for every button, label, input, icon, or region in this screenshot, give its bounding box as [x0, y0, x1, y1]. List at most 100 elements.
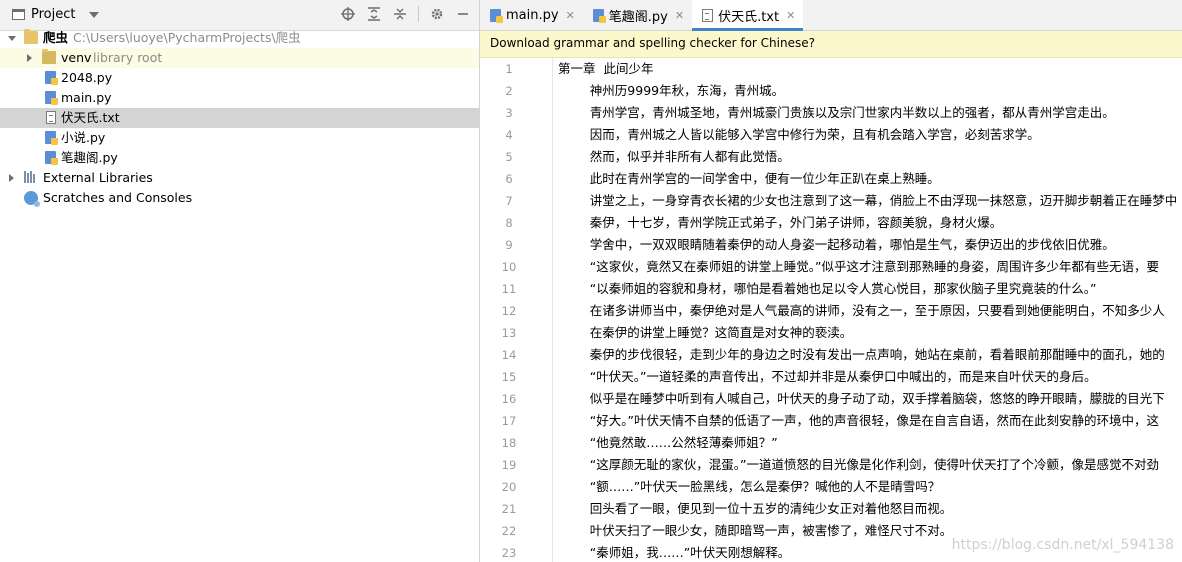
python-file-icon	[45, 151, 58, 165]
text-line[interactable]: 神州历9999年秋，东海，青州城。	[558, 80, 1182, 102]
line-number: 6	[505, 172, 513, 186]
text-file-icon	[702, 8, 714, 22]
line-number: 17	[501, 414, 517, 428]
text-line[interactable]: 此时在青州学宫的一间学舍中，便有一位少年正趴在桌上熟睡。	[558, 168, 1182, 190]
line-number: 15	[501, 370, 517, 384]
line-number: 14	[501, 348, 517, 362]
line-number: 16	[501, 392, 517, 406]
text-line[interactable]: “这家伙，竟然又在秦师姐的讲堂上睡觉。”似乎这才注意到那熟睡的身姿，周围许多少年…	[558, 256, 1182, 278]
tree-node-file[interactable]: 笔趣阁.py	[0, 148, 479, 168]
project-view-selector[interactable]: Project	[12, 7, 100, 22]
text-line[interactable]: “以秦师姐的容貌和身材，哪怕是看着她也足以令人赏心悦目，那家伙脑子里究竟装的什么…	[558, 278, 1182, 300]
python-file-icon	[490, 8, 503, 23]
chevron-down-icon[interactable]	[8, 36, 16, 41]
text-line[interactable]: 在诸多讲师当中，秦伊绝对是人气最高的讲师，没有之一，至于原因，只要看到她便能明白…	[558, 300, 1182, 322]
python-file-icon	[592, 8, 606, 23]
text-line[interactable]: 然而，似乎并非所有人都有此觉悟。	[558, 146, 1182, 168]
python-file-icon	[45, 91, 58, 105]
line-number: 10	[501, 260, 517, 274]
close-icon[interactable]: ✕	[786, 9, 795, 22]
close-icon[interactable]: ✕	[566, 9, 575, 22]
tree-node-file[interactable]: 小说.py	[0, 128, 479, 148]
tree-node-scratches[interactable]: Scratches and Consoles	[0, 188, 479, 208]
text-line[interactable]: “这厚颜无耻的家伙，混蛋。”一道道愤怒的目光像是化作利剑，使得叶伏天打了个冷颤，…	[558, 454, 1182, 476]
line-number: 8	[505, 216, 513, 230]
line-number: 21	[501, 502, 517, 516]
project-toolbar	[340, 6, 471, 22]
line-number: 5	[505, 150, 513, 164]
text-line[interactable]: “好大。”叶伏天情不自禁的低语了一声，他的声音很轻，像是在自言自语，然而在此刻安…	[558, 410, 1182, 432]
line-number: 7	[505, 194, 513, 208]
tab-futianshi-txt[interactable]: 伏天氏.txt ✕	[692, 0, 804, 31]
text-line[interactable]: “他竟然敢……公然轻薄秦师姐？”	[558, 432, 1182, 454]
line-number: 9	[505, 238, 513, 252]
tree-node-external-libraries[interactable]: External Libraries	[0, 168, 479, 188]
editor-content[interactable]: 第一章 此间少年 神州历9999年秋，东海，青州城。 青州学宫，青州城圣地，青州…	[558, 58, 1182, 562]
text-line[interactable]: 青州学宫，青州城圣地，青州城豪门贵族以及宗门世家内半数以上的强者，都从青州学宫走…	[558, 102, 1182, 124]
editor-tab-bar: main.py ✕ 笔趣阁.py ✕ 伏天氏.txt ✕	[480, 0, 1182, 31]
tree-node-root[interactable]: 爬虫 C:\Users\luoye\PycharmProjects\爬虫	[0, 28, 479, 48]
line-number: 20	[501, 480, 517, 494]
spellcheck-banner[interactable]: Download grammar and spelling checker fo…	[480, 31, 1182, 58]
project-panel-header: Project	[0, 0, 479, 31]
folder-icon	[24, 29, 38, 44]
text-line[interactable]: 在秦伊的讲堂上睡觉？这简直是对女神的亵渎。	[558, 322, 1182, 344]
locate-file-icon[interactable]	[340, 6, 356, 22]
tab-biquge-py[interactable]: 笔趣阁.py ✕	[583, 0, 692, 30]
chevron-down-icon	[89, 11, 100, 18]
text-line[interactable]: “叶伏天。”一道轻柔的声音传出，不过却并非是从秦伊口中喊出的，而是来自叶伏天的身…	[558, 366, 1182, 388]
banner-text[interactable]: Download grammar and spelling checker fo…	[490, 36, 815, 50]
text-editor[interactable]: 1 2 3 4 5 6 7 8 9 10 11 12 13 14 15 16 17 18 19 20 21 22 23 第一…	[480, 58, 1182, 562]
tree-node-label: 爬虫	[43, 30, 69, 45]
tab-label: 笔趣阁.py	[608, 9, 668, 25]
text-line[interactable]: 秦伊，十七岁，青州学院正式弟子，外门弟子讲师，容颜美貌，身材火爆。	[558, 212, 1182, 234]
tab-label: 伏天氏.txt	[718, 9, 780, 25]
tree-node-file[interactable]: main.py	[0, 88, 479, 108]
tab-main-py[interactable]: main.py ✕	[480, 0, 583, 30]
line-number: 4	[505, 128, 513, 142]
line-number: 18	[501, 436, 517, 450]
line-number: 19	[501, 458, 517, 472]
line-number: 13	[501, 326, 517, 340]
text-line[interactable]: 讲堂之上，一身穿青衣长裙的少女也注意到了这一幕，俏脸上不由浮现一抹怒意，迈开脚步…	[558, 190, 1182, 212]
text-line[interactable]: 回头看了一眼，便见到一位十五岁的清纯少女正对着他怒目而视。	[558, 498, 1182, 520]
line-number: 3	[505, 106, 513, 120]
text-line[interactable]: 似乎是在睡梦中听到有人喊自己，叶伏天的身子动了动，双手撑着脑袋，悠悠的睁开眼睛，…	[558, 388, 1182, 410]
library-icon	[24, 171, 38, 183]
text-line[interactable]: “额……”叶伏天一脸黑线，怎么是秦伊？喊他的人不是晴雪吗？	[558, 476, 1182, 498]
watermark: https://blog.csdn.net/xl_594138	[951, 537, 1174, 553]
minimize-icon[interactable]	[455, 6, 471, 22]
collapse-all-icon[interactable]	[392, 6, 408, 22]
python-file-icon	[45, 71, 58, 85]
text-file-icon	[46, 111, 56, 124]
tab-label: main.py	[506, 7, 559, 23]
text-line[interactable]: 第一章 此间少年	[558, 58, 1182, 80]
project-panel-title: Project	[31, 7, 76, 22]
project-window-icon	[12, 9, 25, 20]
line-number: 23	[501, 546, 517, 560]
text-line[interactable]: 因而，青州城之人皆以能够入学宫中修行为荣，且有机会踏入学宫，必刻苦求学。	[558, 124, 1182, 146]
text-line[interactable]: 学舍中，一双双眼睛随着秦伊的动人身姿一起移动着，哪怕是生气，秦伊迈出的步伐依旧优…	[558, 234, 1182, 256]
line-number: 2	[505, 84, 513, 98]
python-file-icon	[45, 131, 58, 145]
line-number: 1	[505, 62, 513, 76]
project-tree: 爬虫 C:\Users\luoye\PycharmProjects\爬虫 ven…	[0, 28, 479, 208]
tree-node-label: 笔趣阁.py	[61, 150, 118, 165]
close-icon[interactable]: ✕	[675, 9, 684, 22]
gear-icon[interactable]	[429, 6, 445, 22]
text-line[interactable]: 秦伊的步伐很轻，走到少年的身边之时没有发出一点声响，她站在桌前，看着眼前那酣睡中…	[558, 344, 1182, 366]
chevron-right-icon[interactable]	[27, 54, 32, 62]
toolbar-divider	[418, 6, 419, 22]
line-number: 11	[501, 282, 517, 296]
tree-node-annotation: library root	[93, 50, 163, 65]
tree-node-label: External Libraries	[43, 170, 153, 185]
tree-node-file[interactable]: 2048.py	[0, 68, 479, 88]
tree-node-venv[interactable]: venv library root	[0, 48, 479, 68]
tree-node-file-selected[interactable]: 伏天氏.txt	[0, 108, 479, 128]
tree-node-label: Scratches and Consoles	[43, 190, 193, 205]
tree-node-label: venv	[61, 50, 92, 65]
scratches-icon	[24, 191, 40, 207]
expand-all-icon[interactable]	[366, 6, 382, 22]
tree-node-label: main.py	[61, 90, 112, 105]
chevron-right-icon[interactable]	[9, 174, 14, 182]
